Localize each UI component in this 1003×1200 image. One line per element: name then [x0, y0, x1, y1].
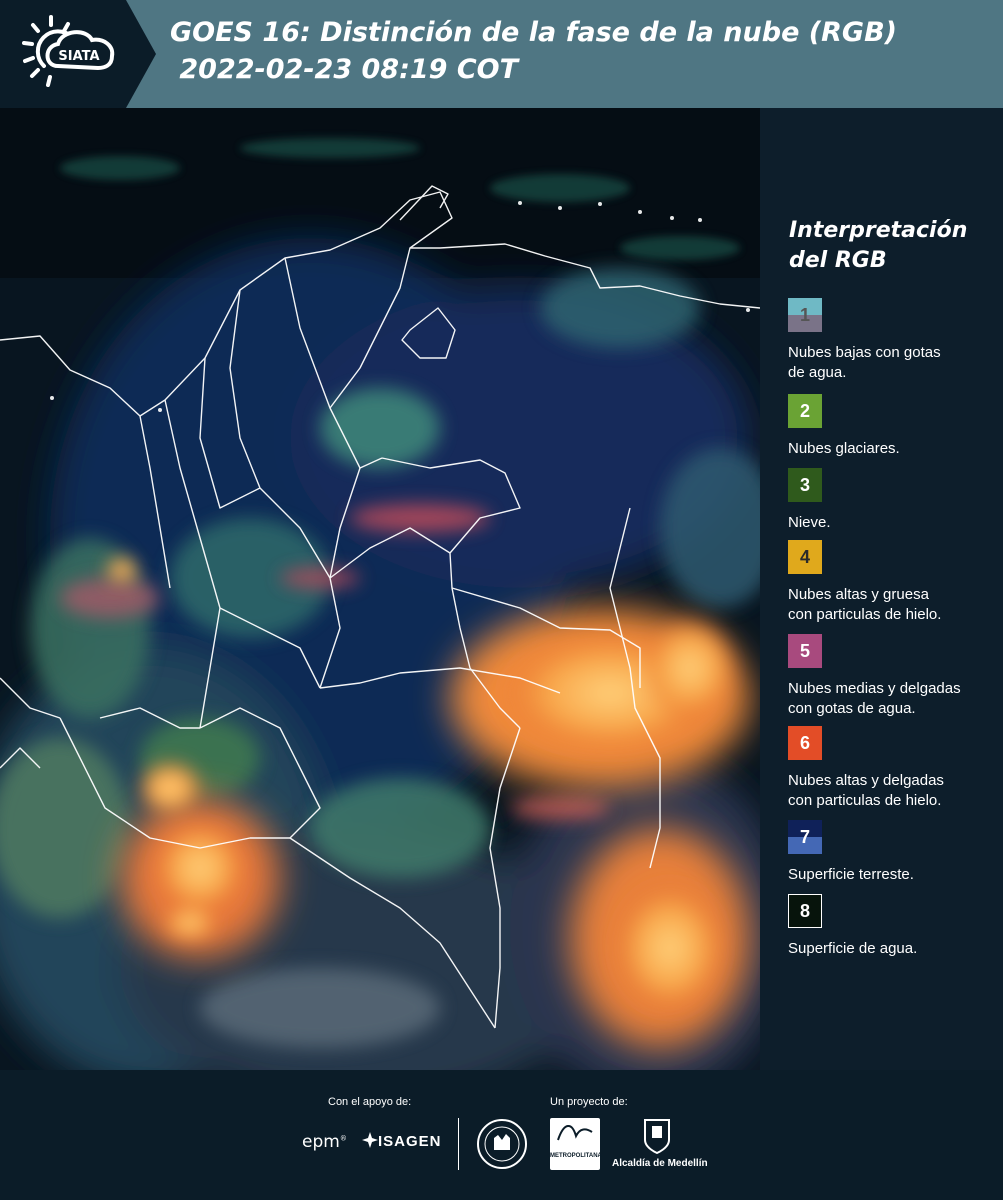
- legend-item-4: 4 Nubes altas y gruesa con particulas de…: [788, 540, 941, 625]
- legend-swatch-7: 7: [788, 820, 822, 854]
- header-bar: SIATA GOES 16: Distinción de la fase de …: [0, 0, 1003, 108]
- legend-swatch-3: 3: [788, 468, 822, 502]
- legend-number-5: 5: [799, 640, 810, 661]
- project-label: Un proyecto de:: [550, 1096, 628, 1108]
- legend-title: Interpretación del RGB: [789, 218, 968, 273]
- legend-item-2: 2 Nubes glaciares.: [788, 394, 900, 459]
- legend-item-8: 8 Superficie de agua.: [788, 894, 917, 959]
- medellin-shield-icon: [644, 1119, 670, 1154]
- legend-label-8: Superficie de agua.: [788, 940, 918, 957]
- legend-label-3: Nieve.: [788, 514, 831, 531]
- title-line-2: 2022-02-23 08:19 COT: [170, 54, 519, 85]
- isagen-logo: ISAGEN: [362, 1132, 442, 1150]
- legend-item-5: 5 Nubes medias y delgadas con gotas de a…: [788, 634, 961, 719]
- legend-item-3: 3 Nieve.: [788, 468, 831, 533]
- legend-label-7: Superficie terreste.: [788, 866, 914, 883]
- legend-panel: Interpretación del RGB 1 Nubes bajas con…: [760, 108, 1003, 1070]
- legend-item-7: 7 Superficie terreste.: [788, 820, 914, 885]
- legend-number-3: 3: [799, 474, 810, 495]
- legend-label-6: Nubes altas y delgadas con particulas de…: [788, 772, 944, 809]
- legend-number-7: 7: [799, 826, 810, 847]
- legend-number-8: 8: [799, 900, 810, 921]
- siata-logo-block: SIATA: [0, 0, 156, 108]
- support-label: Con el apoyo de:: [328, 1096, 412, 1108]
- epm-logo: epm®: [302, 1132, 347, 1152]
- satellite-map-image: [0, 108, 760, 1070]
- siata-logo-text: SIATA: [58, 49, 99, 64]
- footer: Con el apoyo de: Un proyecto de: epm® IS…: [0, 1070, 1003, 1200]
- title-line-1: GOES 16: Distinción de la fase de la nub…: [170, 17, 897, 48]
- legend-number-6: 6: [799, 732, 810, 753]
- legend-swatch-5: 5: [788, 634, 822, 668]
- area-script-icon: [557, 1125, 593, 1141]
- legend-item-6: 6 Nubes altas y delgadas con particulas …: [788, 726, 944, 811]
- isagen-star-icon: [362, 1132, 378, 1148]
- footer-divider: [458, 1118, 459, 1170]
- legend-number-2: 2: [799, 400, 810, 421]
- legend-label-2: Nubes glaciares.: [788, 440, 900, 457]
- legend-number-1: 1: [799, 304, 810, 325]
- legend-item-1: 1 Nubes bajas con gotas de agua.: [788, 298, 941, 383]
- legend-swatch-1: 1: [788, 298, 822, 332]
- seal-logo-icon: [477, 1119, 527, 1169]
- legend-label-5: Nubes medias y delgadas con gotas de agu…: [788, 680, 961, 717]
- satellite-map[interactable]: [0, 108, 760, 1070]
- legend-swatch-2: 2: [788, 394, 822, 428]
- legend-swatch-8: 8: [788, 894, 822, 928]
- legend-swatch-4: 4: [788, 540, 822, 574]
- legend-swatch-6: 6: [788, 726, 822, 760]
- alcaldia-label: Alcaldía de Medellín: [612, 1158, 708, 1169]
- legend-label-1: Nubes bajas con gotas de agua.: [788, 344, 941, 381]
- area-metropolitana-label: METROPOLITANA: [550, 1153, 602, 1159]
- page-title: GOES 16: Distinción de la fase de la nub…: [170, 14, 897, 88]
- area-metropolitana-logo: METROPOLITANA: [550, 1118, 602, 1170]
- legend-label-4: Nubes altas y gruesa con particulas de h…: [788, 586, 942, 623]
- legend-number-4: 4: [799, 546, 810, 567]
